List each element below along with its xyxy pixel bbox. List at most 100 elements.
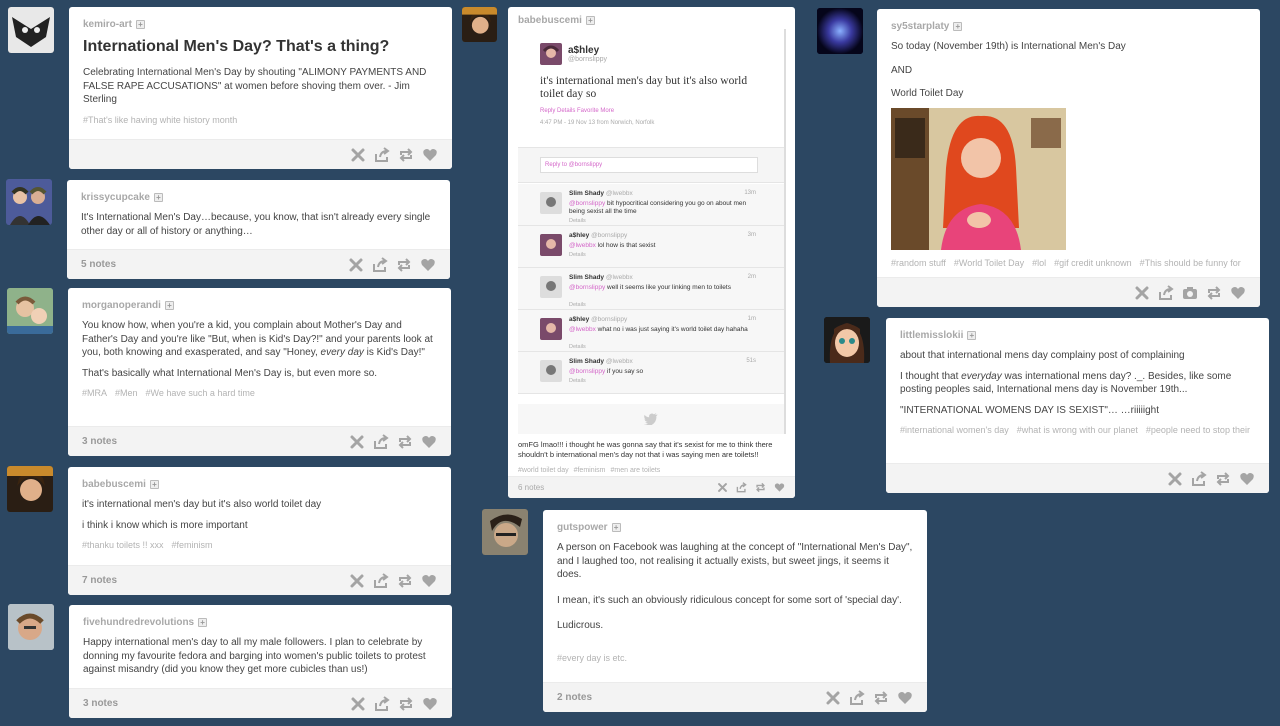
- heart-icon[interactable]: [774, 482, 785, 493]
- heart-icon[interactable]: [897, 690, 913, 706]
- notes-count[interactable]: 7 notes: [82, 575, 349, 586]
- share-icon[interactable]: [1158, 284, 1174, 301]
- x-icon[interactable]: [1167, 471, 1183, 487]
- reblog-icon[interactable]: [755, 482, 766, 493]
- tag[interactable]: #international women's day: [900, 425, 1009, 435]
- tag[interactable]: #random stuff: [891, 258, 946, 268]
- heart-icon[interactable]: [421, 434, 437, 450]
- notes-count[interactable]: 6 notes: [518, 483, 717, 492]
- post-username[interactable]: babebuscemi: [518, 15, 582, 26]
- share-icon[interactable]: [373, 433, 389, 450]
- heart-icon[interactable]: [1239, 471, 1255, 487]
- x-icon[interactable]: [717, 482, 728, 493]
- follow-plus-icon[interactable]: +: [135, 20, 145, 29]
- reblog-icon[interactable]: [398, 147, 414, 163]
- avatar[interactable]: [462, 7, 497, 42]
- x-icon[interactable]: [349, 573, 365, 589]
- notes-count[interactable]: 3 notes: [83, 698, 350, 709]
- share-icon[interactable]: [373, 572, 389, 589]
- tag[interactable]: #World Toilet Day: [954, 258, 1024, 268]
- share-icon[interactable]: [1191, 470, 1207, 487]
- avatar[interactable]: [8, 7, 54, 53]
- tag[interactable]: #MRA: [82, 388, 107, 398]
- follow-plus-icon[interactable]: +: [198, 618, 208, 627]
- tag[interactable]: #every day is etc.: [557, 653, 627, 663]
- tag[interactable]: #what is wrong with our planet: [1017, 425, 1138, 435]
- post-photo[interactable]: [891, 107, 1066, 250]
- x-icon[interactable]: [350, 147, 366, 163]
- tag[interactable]: #That's like having white history month: [83, 115, 237, 125]
- share-icon[interactable]: [849, 689, 865, 706]
- reblog-icon[interactable]: [397, 573, 413, 589]
- post-username[interactable]: morganoperandi: [82, 300, 161, 311]
- tag[interactable]: #lol: [1032, 258, 1046, 268]
- notes-count[interactable]: 5 notes: [81, 259, 348, 270]
- avatar[interactable]: [7, 288, 53, 334]
- x-icon[interactable]: [349, 434, 365, 450]
- tag[interactable]: #We have such a hard time: [146, 388, 255, 398]
- reply-item: a$hley @bornslippy 1m @lwebbx what no i wa…: [518, 310, 784, 352]
- reblog-icon[interactable]: [397, 434, 413, 450]
- reply-text: @lwebbx what no i was just saying it's w…: [569, 326, 748, 333]
- avatar[interactable]: [7, 466, 53, 512]
- post-card: littlemisslokii + about that internationa…: [886, 318, 1269, 493]
- tag[interactable]: #Men: [115, 388, 138, 398]
- heart-icon[interactable]: [421, 573, 437, 589]
- post-tags: #every day is etc.: [557, 653, 913, 665]
- camera-icon[interactable]: [1182, 285, 1198, 301]
- post-text: That's basically what International Men'…: [82, 367, 378, 379]
- reblog-icon[interactable]: [1206, 285, 1222, 301]
- avatar[interactable]: [824, 317, 870, 363]
- post-username[interactable]: kemiro-art: [83, 19, 132, 30]
- tag[interactable]: #world toilet day: [518, 467, 569, 474]
- post-username[interactable]: krissycupcake: [81, 192, 150, 203]
- follow-plus-icon[interactable]: +: [611, 523, 621, 532]
- avatar[interactable]: [8, 604, 54, 650]
- post-username[interactable]: babebuscemi: [82, 479, 146, 490]
- reply-details: Details: [569, 302, 586, 308]
- post-footer: 3 notes: [68, 426, 451, 456]
- tag[interactable]: #thanku toilets !! xxx: [82, 540, 164, 550]
- post-footer: 5 notes: [67, 249, 450, 279]
- post-username[interactable]: sy5starplaty: [891, 21, 949, 32]
- tag[interactable]: #people need to stop their: [1146, 425, 1250, 435]
- follow-plus-icon[interactable]: +: [149, 480, 159, 489]
- reblog-icon[interactable]: [396, 257, 412, 273]
- tag[interactable]: #This should be funny for: [1140, 258, 1241, 268]
- x-icon[interactable]: [350, 696, 366, 712]
- share-icon[interactable]: [374, 146, 390, 163]
- heart-icon[interactable]: [422, 696, 438, 712]
- reblog-icon[interactable]: [398, 696, 414, 712]
- avatar[interactable]: [817, 8, 863, 54]
- tag[interactable]: #feminism: [172, 540, 213, 550]
- follow-plus-icon[interactable]: +: [967, 331, 977, 340]
- x-icon[interactable]: [1134, 285, 1150, 301]
- x-icon[interactable]: [825, 690, 841, 706]
- post-username[interactable]: gutspower: [557, 522, 608, 533]
- heart-icon[interactable]: [1230, 285, 1246, 301]
- follow-plus-icon[interactable]: +: [585, 16, 595, 25]
- avatar[interactable]: [482, 509, 528, 555]
- reblog-icon[interactable]: [1215, 471, 1231, 487]
- tweet-text: it's international men's day but it's al…: [540, 75, 748, 100]
- follow-plus-icon[interactable]: +: [153, 193, 163, 202]
- share-icon[interactable]: [736, 482, 747, 493]
- tag[interactable]: #men are toilets: [611, 467, 661, 474]
- tag[interactable]: #gif credit unknown: [1054, 258, 1132, 268]
- follow-plus-icon[interactable]: +: [164, 301, 174, 310]
- share-icon[interactable]: [372, 256, 388, 273]
- notes-count[interactable]: 2 notes: [557, 692, 825, 703]
- post-username[interactable]: littlemisslokii: [900, 330, 963, 341]
- avatar[interactable]: [6, 179, 52, 225]
- post-card: krissycupcake + It's International Men's …: [67, 180, 450, 279]
- tag[interactable]: #feminism: [574, 467, 606, 474]
- post-username[interactable]: fivehundredrevolutions: [83, 617, 194, 628]
- notes-count[interactable]: 3 notes: [82, 436, 349, 447]
- post-card: gutspower + A person on Facebook was laug…: [543, 510, 927, 712]
- heart-icon[interactable]: [420, 257, 436, 273]
- follow-plus-icon[interactable]: +: [953, 22, 963, 31]
- share-icon[interactable]: [374, 695, 390, 712]
- heart-icon[interactable]: [422, 147, 438, 163]
- x-icon[interactable]: [348, 257, 364, 273]
- reblog-icon[interactable]: [873, 690, 889, 706]
